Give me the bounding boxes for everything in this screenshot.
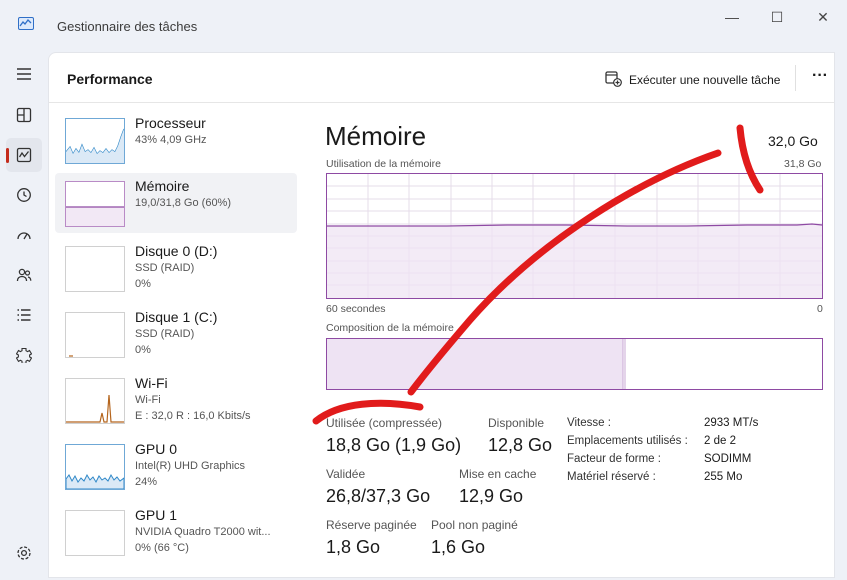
cpu-thumbnail-graph: [65, 118, 125, 164]
memory-usage-max: 31,8 Go: [784, 158, 822, 170]
header-separator: [795, 65, 796, 91]
nav-performance[interactable]: [6, 138, 42, 172]
maximize-button[interactable]: ☐: [762, 6, 792, 28]
device-detail: 19,0/31,8 Go (60%): [135, 197, 232, 209]
device-name: Mémoire: [135, 178, 190, 194]
app-history-icon: [17, 188, 31, 202]
main-content: Performance Exécuter une nouvelle tâche …: [48, 52, 835, 578]
processes-icon: [16, 107, 32, 123]
device-name: GPU 0: [135, 441, 178, 457]
stat-cached-value: 12,9 Go: [459, 486, 524, 506]
run-task-icon: [605, 71, 622, 87]
startup-apps-icon: [17, 232, 31, 240]
task-manager-app-icon: [18, 17, 34, 30]
gpu0-thumbnail-graph: [65, 444, 125, 490]
device-detail: SSD (RAID): [135, 262, 195, 274]
device-item-wifi[interactable]: Wi-Fi Wi-Fi E : 32,0 R : 16,0 Kbits/s: [55, 370, 297, 430]
device-usage: 0%: [135, 278, 151, 290]
details-icon: [17, 309, 31, 321]
memory-title: Mémoire: [325, 121, 427, 151]
memory-usage-area: [327, 224, 822, 298]
page-title: Performance: [67, 71, 153, 87]
device-item-memory[interactable]: Mémoire 19,0/31,8 Go (60%): [55, 173, 297, 233]
device-usage: 0%: [135, 344, 151, 356]
device-detail: NVIDIA Quadro T2000 wit...: [135, 526, 271, 538]
device-detail: Wi-Fi: [135, 394, 161, 406]
navigation-rail: [0, 52, 48, 580]
hamburger-menu-icon: [17, 68, 31, 80]
page-header: Performance Exécuter une nouvelle tâche …: [49, 53, 834, 103]
disk1-thumbnail-graph: [65, 312, 125, 358]
settings-icon: [17, 546, 31, 560]
close-button[interactable]: ✕: [808, 6, 838, 28]
stat-paged-pool-value: 1,8 Go: [326, 537, 381, 557]
detail-speed-label: Vitesse :: [567, 417, 611, 429]
detail-form-factor-label: Facteur de forme :: [567, 453, 661, 465]
stat-nonpaged-pool-label: Pool non paginé: [431, 518, 518, 532]
nav-processes[interactable]: [6, 98, 42, 132]
stat-committed-label: Validée: [326, 467, 366, 481]
stat-available-label: Disponible: [488, 416, 545, 430]
performance-icon: [16, 147, 32, 163]
run-new-task-label: Exécuter une nouvelle tâche: [629, 73, 781, 87]
window-title: Gestionnaire des tâches: [57, 19, 198, 34]
stat-committed-value: 26,8/37,3 Go: [326, 486, 431, 506]
nav-app-history[interactable]: [6, 178, 42, 212]
hamburger-menu-button[interactable]: [6, 58, 42, 92]
memory-usage-graph: [326, 173, 823, 299]
device-usage: 24%: [135, 476, 158, 488]
graph-time-right: 0: [817, 303, 823, 315]
device-usage: 0% (66 °C): [135, 542, 189, 554]
nav-startup-apps[interactable]: [6, 218, 42, 252]
detail-reserved-label: Matériel réservé :: [567, 471, 656, 483]
device-name: Disque 0 (D:): [135, 243, 218, 259]
services-icon: [16, 347, 32, 363]
memory-thumbnail-graph: [65, 181, 125, 227]
device-name: Wi-Fi: [135, 375, 168, 391]
stat-cached-label: Mise en cache: [459, 467, 537, 481]
users-icon: [16, 268, 32, 282]
device-item-gpu-0[interactable]: GPU 0 Intel(R) UHD Graphics 24%: [55, 436, 297, 496]
device-name: GPU 1: [135, 507, 178, 523]
disk0-thumbnail-graph: [65, 246, 125, 292]
device-detail: 43% 4,09 GHz: [135, 134, 207, 146]
stat-available-value: 12,8 Go: [488, 435, 553, 455]
nav-details[interactable]: [6, 298, 42, 332]
stat-used-value: 18,8 Go (1,9 Go): [326, 435, 462, 455]
detail-speed-value: 2933 MT/s: [704, 417, 759, 429]
wifi-thumbnail-graph: [65, 378, 125, 424]
device-name: Disque 1 (C:): [135, 309, 218, 325]
gpu1-thumbnail-graph: [65, 510, 125, 556]
device-item-cpu[interactable]: Processeur 43% 4,09 GHz: [55, 110, 297, 170]
detail-form-factor-value: SODIMM: [704, 453, 752, 465]
device-item-disk-0[interactable]: Disque 0 (D:) SSD (RAID) 0%: [55, 238, 297, 298]
detail-slots-value: 2 de 2: [704, 435, 736, 447]
stat-used-label: Utilisée (compressée): [326, 416, 443, 430]
stat-paged-pool-label: Réserve paginée: [326, 518, 417, 532]
memory-composition-bar: [326, 338, 823, 390]
more-options-button[interactable]: ···: [809, 65, 831, 89]
stat-nonpaged-pool-value: 1,6 Go: [431, 537, 486, 557]
device-item-disk-1[interactable]: Disque 1 (C:) SSD (RAID) 0%: [55, 304, 297, 364]
title-bar: Gestionnaire des tâches — ☐ ✕: [0, 0, 847, 52]
nav-users[interactable]: [6, 258, 42, 292]
device-item-gpu-1[interactable]: GPU 1 NVIDIA Quadro T2000 wit... 0% (66 …: [55, 502, 297, 562]
graph-time-left: 60 secondes: [326, 303, 386, 315]
device-throughput: E : 32,0 R : 16,0 Kbits/s: [135, 410, 251, 422]
device-list: Processeur 43% 4,09 GHz Mémoire 19,0/31,…: [49, 104, 303, 578]
memory-composition-label: Composition de la mémoire: [326, 322, 454, 334]
device-detail: Intel(R) UHD Graphics: [135, 460, 246, 472]
nav-settings[interactable]: [6, 536, 42, 570]
composition-in-use-segment: [327, 339, 623, 389]
detail-slots-label: Emplacements utilisés :: [567, 435, 688, 447]
memory-usage-label: Utilisation de la mémoire: [326, 158, 441, 170]
detail-reserved-value: 255 Mo: [704, 471, 743, 483]
memory-total: 32,0 Go: [768, 133, 818, 149]
minimize-button[interactable]: —: [717, 6, 747, 28]
device-name: Processeur: [135, 115, 206, 131]
nav-services[interactable]: [6, 338, 42, 372]
active-nav-indicator: [6, 148, 9, 163]
device-detail: SSD (RAID): [135, 328, 195, 340]
